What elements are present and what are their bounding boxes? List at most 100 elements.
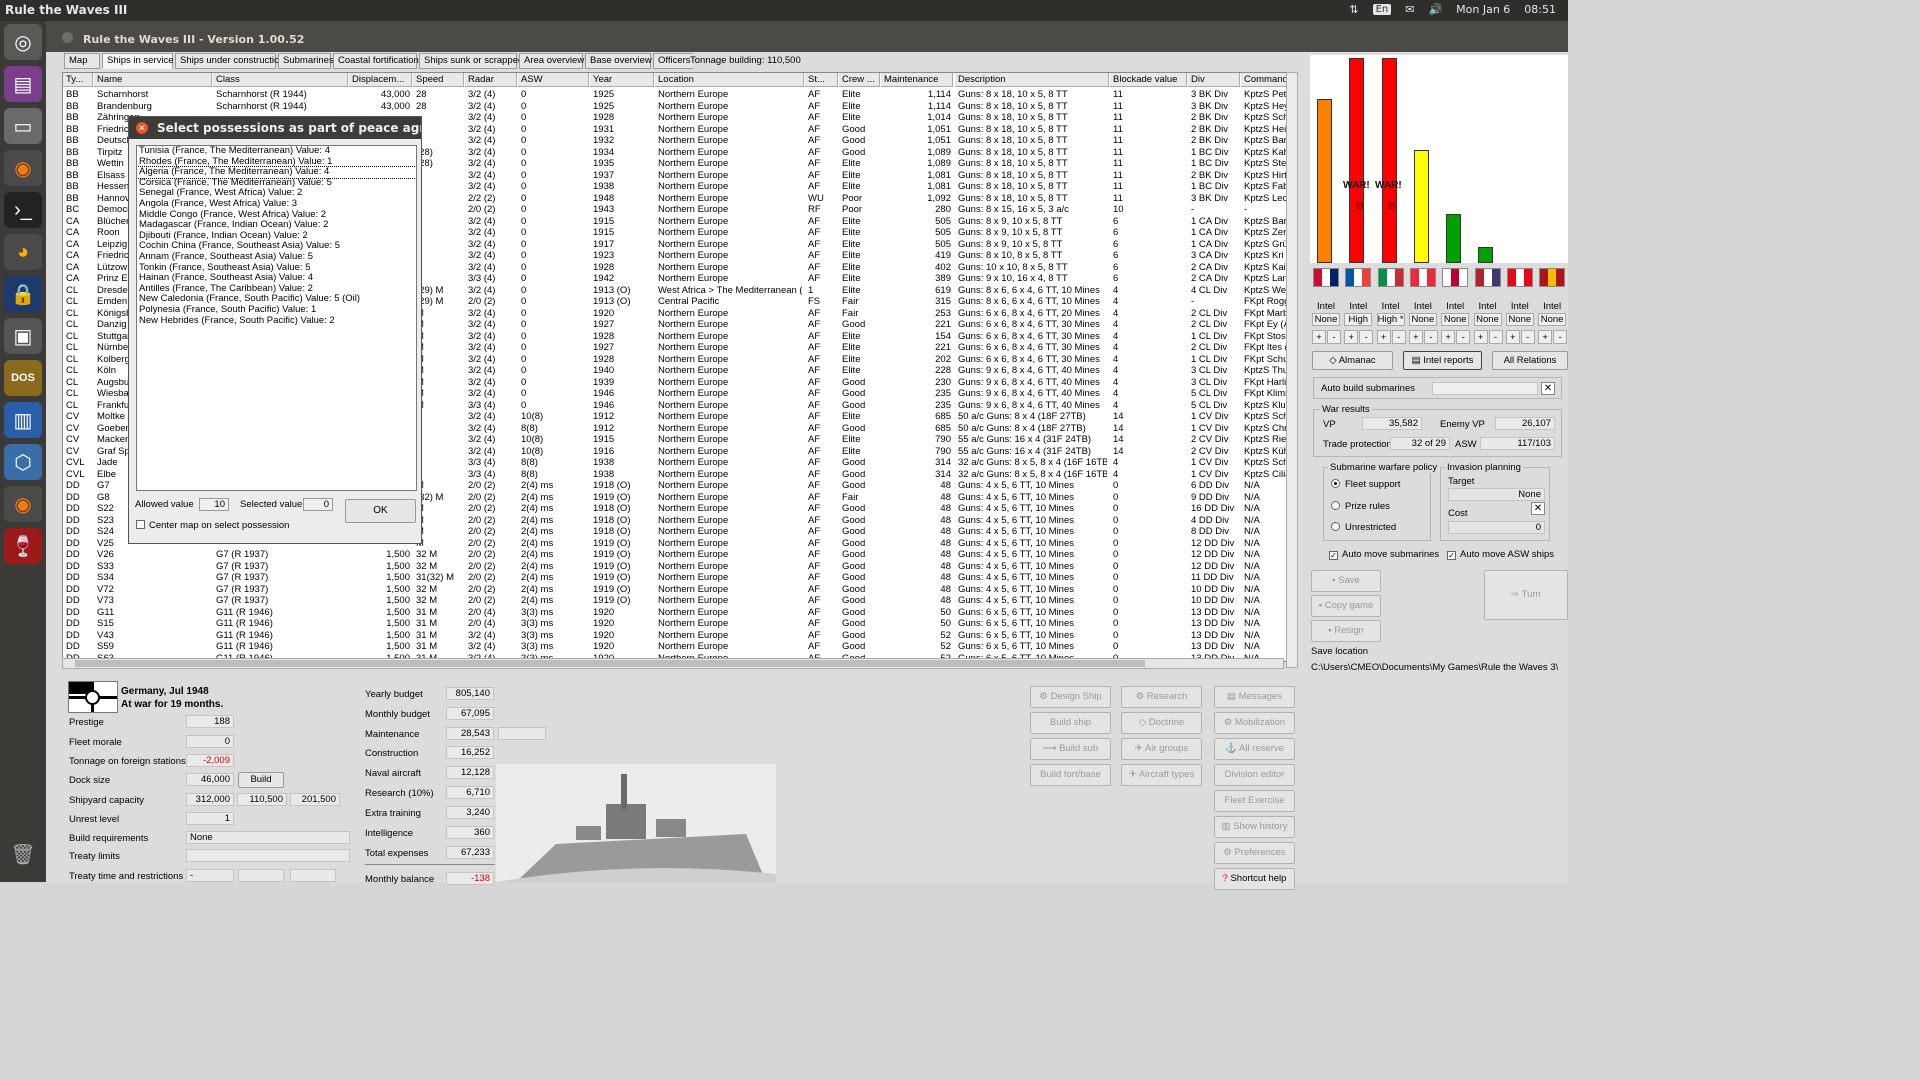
table-row[interactable]: DD V26 G7 (R 1937) 1,500 32 M 2/0 (2) 2(4) ms 1… [63, 549, 1288, 561]
intel-reports-button[interactable]: ▤ Intel reports [1403, 351, 1482, 370]
firefox-alt-icon[interactable]: ◉ [4, 486, 42, 522]
unrestricted-radio[interactable]: Unrestricted [1331, 522, 1396, 533]
column-header[interactable]: Crew ... [839, 73, 880, 87]
terminal-icon[interactable]: ›_ [4, 192, 42, 228]
design-ship-button[interactable]: ⚙ Design Ship [1030, 686, 1111, 708]
intel-increase-button[interactable]: + [1408, 330, 1423, 344]
build-ship-button[interactable]: Build ship [1030, 712, 1111, 734]
intel-decrease-button[interactable]: - [1391, 330, 1406, 344]
table-row[interactable]: DD S33 G7 (R 1937) 1,500 32 M 2/0 (2) 2(4) ms 1… [63, 561, 1288, 573]
france-flag[interactable] [1345, 268, 1372, 287]
document-icon[interactable]: ▥ [4, 402, 42, 438]
column-header[interactable]: Class [213, 73, 348, 87]
build-fort-button[interactable]: Build fort/base [1030, 764, 1111, 786]
column-header[interactable]: Command [1241, 73, 1289, 87]
radio-unselected[interactable] [1331, 501, 1340, 510]
mail-icon[interactable]: ✉ [1405, 3, 1414, 16]
trash-icon[interactable]: 🗑 [4, 836, 42, 872]
tab-ships-under-construction[interactable]: Ships under construction [175, 53, 285, 69]
column-header[interactable]: Ty... [63, 73, 93, 87]
column-header[interactable]: Div [1188, 73, 1240, 87]
messages-button[interactable]: ▤ Messages [1214, 686, 1295, 708]
shortcut-help-button[interactable]: ? Shortcut help [1214, 868, 1295, 890]
intel-decrease-button[interactable]: - [1520, 330, 1535, 344]
intel-decrease-button[interactable]: - [1488, 330, 1503, 344]
tab-submarines[interactable]: Submarines [278, 53, 334, 69]
auto-move-submarines-checkbox[interactable]: ✓ Auto move submarines [1329, 549, 1439, 560]
intel-decrease-button[interactable]: - [1456, 330, 1471, 344]
intel-decrease-button[interactable]: - [1423, 330, 1438, 344]
show-history-button[interactable]: ▥ Show history [1214, 816, 1295, 838]
column-header[interactable]: Description [955, 73, 1109, 87]
table-row[interactable]: DD S59 G11 (R 1946) 1,500 31 M 3/2 (4) 3(3) ms… [63, 641, 1288, 653]
ottoman-flag[interactable] [1506, 268, 1533, 287]
research-button[interactable]: ⚙ Research [1121, 686, 1202, 708]
intel-decrease-button[interactable]: - [1359, 330, 1374, 344]
radio-unselected[interactable] [1331, 522, 1340, 531]
build-sub-button[interactable]: ⟶ Build sub [1030, 738, 1111, 760]
table-row[interactable]: DD V43 G11 (R 1946) 1,500 31 M 3/2 (4) 3(3) ms… [63, 630, 1288, 642]
table-row[interactable]: BB Scharnhorst Scharnhorst (R 1944) 43,000 2… [63, 89, 1288, 101]
table-horizontal-scrollbar[interactable] [62, 658, 1284, 669]
fleet-exercise-button[interactable]: Fleet Exercise [1214, 790, 1295, 812]
checkbox-box[interactable] [136, 520, 145, 529]
dash-icon[interactable]: ◎ [4, 24, 42, 60]
column-header[interactable]: Location [655, 73, 804, 87]
intel-increase-button[interactable]: + [1538, 330, 1553, 344]
possession-item[interactable]: Annam (France, Southeast Asia) Value: 5 [137, 251, 416, 263]
all-reserve-button[interactable]: ⚓ All reserve [1214, 738, 1295, 760]
austria-flag[interactable] [1409, 268, 1436, 287]
column-header[interactable]: Speed [413, 73, 464, 87]
turn-button[interactable]: ⇨ Turn [1484, 570, 1568, 620]
division-editor-button[interactable]: Division editor [1214, 764, 1295, 786]
all-relations-button[interactable]: All Relations [1492, 351, 1568, 370]
intel-increase-button[interactable]: + [1344, 330, 1359, 344]
volume-icon[interactable]: 🔊 [1428, 3, 1442, 16]
intel-increase-button[interactable]: + [1441, 330, 1456, 344]
virtualbox-icon[interactable]: ⬡ [4, 444, 42, 480]
ok-button[interactable]: OK [345, 499, 416, 523]
mobilization-button[interactable]: ⚙ Mobilization [1214, 712, 1295, 734]
table-row[interactable]: DD V73 G7 (R 1937) 1,500 32 M 2/0 (2) 2(4) ms 1… [63, 595, 1288, 607]
fleet-support-radio[interactable]: Fleet support [1331, 479, 1400, 490]
doctrine-button[interactable]: ◇ Doctrine [1121, 712, 1202, 734]
possession-item[interactable]: Angola (France, West Africa) Value: 3 [137, 198, 416, 210]
tab-ships-in-service[interactable]: Ships in service [102, 53, 174, 69]
column-header[interactable]: Radar [465, 73, 517, 87]
column-header[interactable]: Maintenance [881, 73, 953, 87]
files-icon[interactable]: ▤ [4, 66, 42, 102]
table-row[interactable]: BB Brandenburg Scharnhorst (R 1944) 43,000 2… [63, 101, 1288, 113]
resign-button[interactable]: ▪ Resign [1311, 620, 1381, 642]
radio-selected[interactable] [1331, 479, 1340, 488]
table-row[interactable]: DD S34 G7 (R 1937) 1,500 31(32) M 2/0 (2) 2(4)… [63, 572, 1288, 584]
center-map-checkbox[interactable]: Center map on select possession [136, 520, 289, 531]
auto-move-asw-checkbox[interactable]: ✓ Auto move ASW ships [1447, 549, 1554, 560]
table-row[interactable]: DD G11 G11 (R 1946) 1,500 31 M 2/0 (4) 3(3) ms… [63, 607, 1288, 619]
intel-decrease-button[interactable]: - [1327, 330, 1341, 344]
checkbox-checked[interactable]: ✓ [1447, 551, 1456, 560]
aircraft-types-button[interactable]: ✈ Aircraft types [1121, 764, 1202, 786]
possession-item[interactable]: Polynesia (France, South Pacific) Value:… [137, 304, 416, 316]
dosbox-icon[interactable]: DOS [4, 360, 42, 396]
network-icon[interactable]: ⇅ [1349, 3, 1358, 16]
checkbox-checked[interactable]: ✓ [1329, 551, 1338, 560]
tab-map[interactable]: Map [64, 53, 100, 69]
intel-increase-button[interactable]: + [1505, 330, 1520, 344]
intel-increase-button[interactable]: + [1473, 330, 1488, 344]
almanac-button[interactable]: ◇ Almanac [1312, 351, 1393, 370]
table-vertical-scrollbar[interactable] [1286, 72, 1298, 668]
save-button[interactable]: ▪ Save [1311, 570, 1381, 592]
column-header[interactable]: Blockade value [1110, 73, 1187, 87]
tab-area-overview[interactable]: Area overview [519, 53, 584, 69]
spain-flag[interactable] [1539, 268, 1566, 287]
preferences-button[interactable]: ⚙ Preferences [1214, 842, 1295, 864]
auto-build-submarines-field[interactable] [1432, 382, 1538, 395]
intel-decrease-button[interactable]: - [1553, 330, 1568, 344]
clock-time[interactable]: 08:51 [1524, 3, 1556, 16]
software-icon[interactable]: ◕ [4, 234, 42, 270]
table-row[interactable]: DD V72 G7 (R 1937) 1,500 32 M 2/0 (2) 2(4) ms 1… [63, 584, 1288, 596]
air-groups-button[interactable]: ✈ Air groups [1121, 738, 1202, 760]
intel-increase-button[interactable]: + [1376, 330, 1391, 344]
dialog-close-icon[interactable]: ✕ [136, 122, 148, 134]
column-header[interactable]: Name [94, 73, 212, 87]
